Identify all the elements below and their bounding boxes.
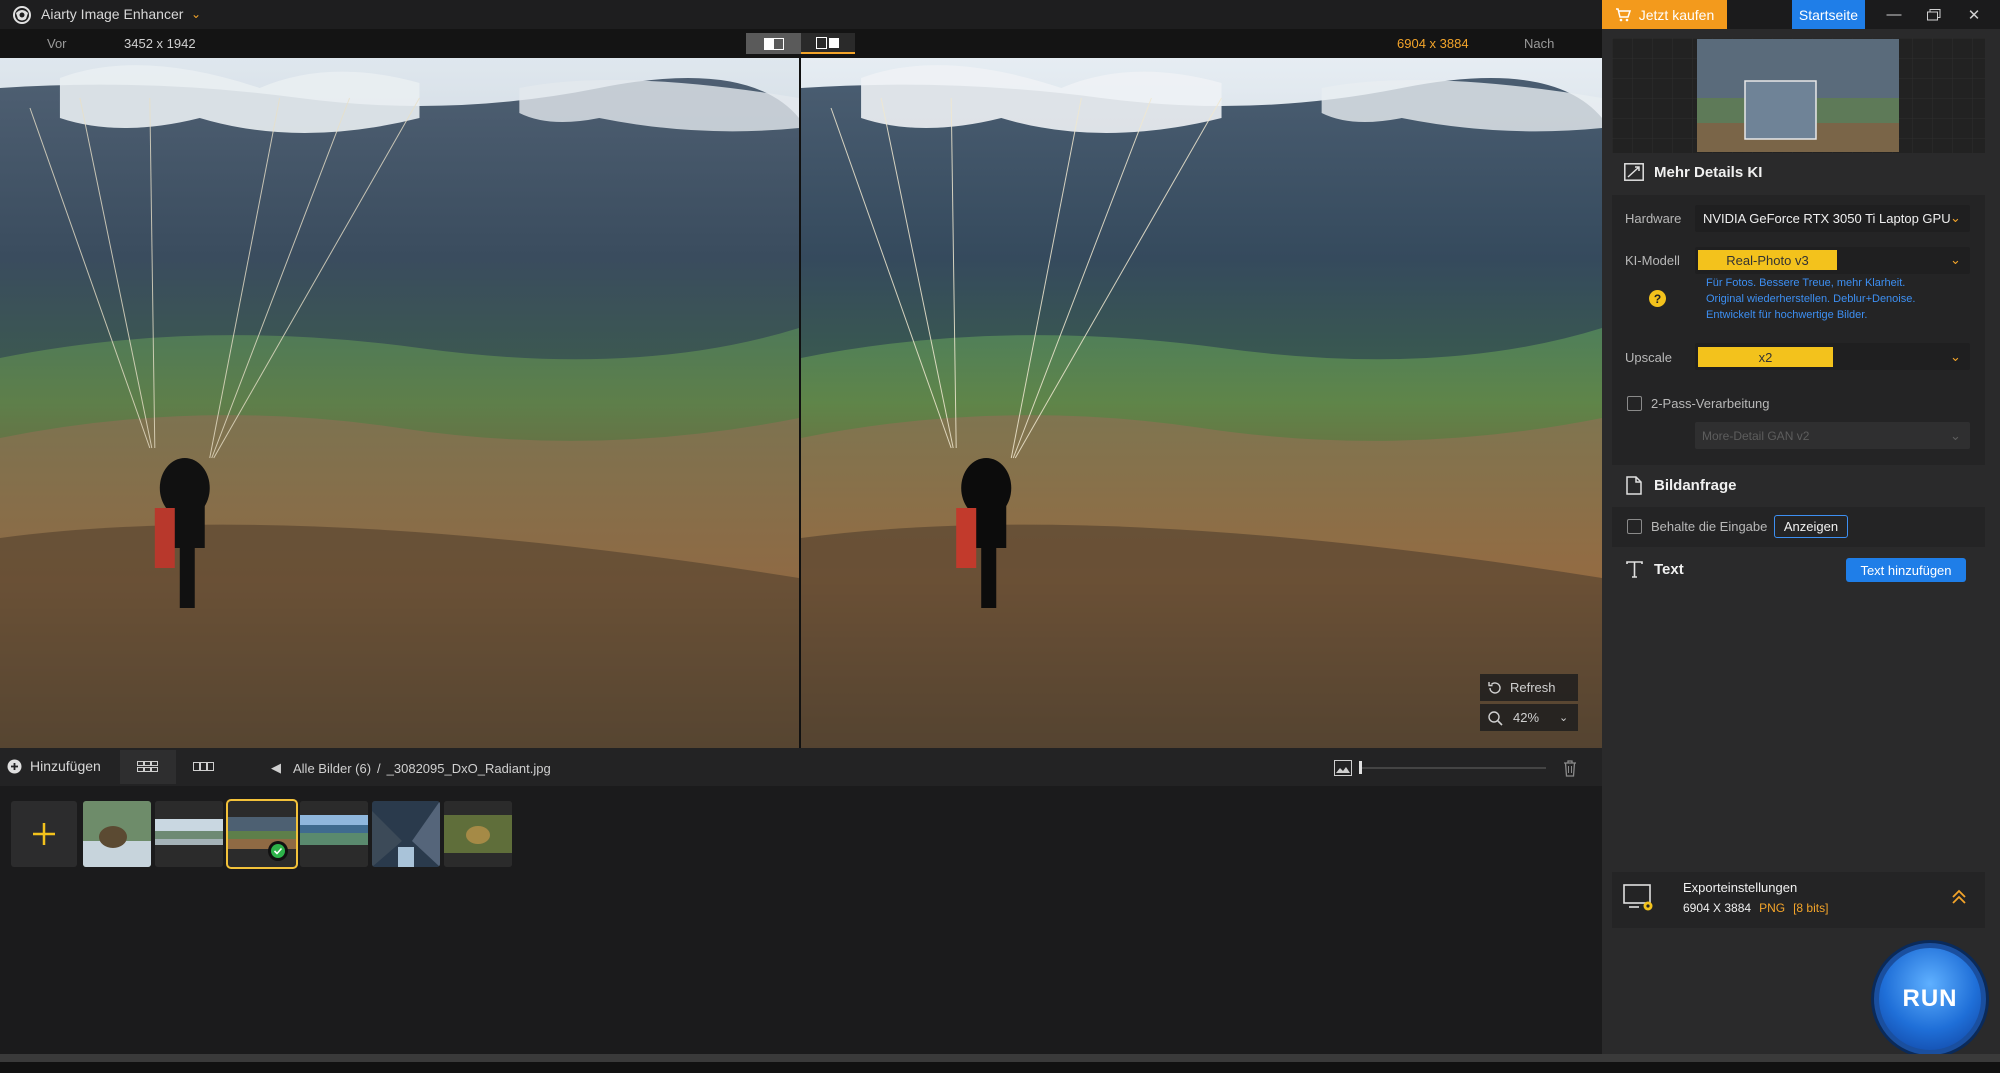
breadcrumb-all-images[interactable]: Alle Bilder (6) xyxy=(293,761,371,776)
before-image xyxy=(0,58,799,748)
close-icon[interactable]: ✕ xyxy=(1954,0,1994,29)
app-menu-chevron-icon[interactable]: ⌄ xyxy=(191,7,201,21)
image-prompt-section-title: Bildanfrage xyxy=(1654,477,1737,494)
second-model-value: More-Detail GAN v2 xyxy=(1702,429,1810,443)
split-view-button[interactable] xyxy=(746,33,801,54)
export-settings-icon xyxy=(1623,884,1653,911)
model-desc-line: Entwickelt für hochwertige Bilder. xyxy=(1706,309,1868,321)
plus-icon xyxy=(33,823,55,845)
strip-view-button[interactable] xyxy=(178,750,230,784)
trash-icon[interactable] xyxy=(1562,759,1578,777)
breadcrumb: ◀ Alle Bilder (6) / _3082095_DxO_Radiant… xyxy=(271,760,551,776)
image-size-icon xyxy=(1334,760,1352,776)
export-details: 6904 X 3884 PNG [8 bits] xyxy=(1683,901,1828,915)
split-view-icon xyxy=(763,37,784,50)
model-description: Für Fotos. Bessere Treue, mehr Klarheit.… xyxy=(1706,275,1966,323)
cart-icon xyxy=(1615,7,1631,21)
show-button[interactable]: Anzeigen xyxy=(1774,515,1848,538)
export-settings-title: Exporteinstellungen xyxy=(1683,880,1798,895)
hardware-label: Hardware xyxy=(1625,211,1682,226)
before-label: Vor xyxy=(47,36,67,51)
thumbnail-size-slider[interactable] xyxy=(1360,767,1546,769)
add-image-tile[interactable] xyxy=(11,801,77,867)
home-button[interactable]: Startseite xyxy=(1792,0,1865,29)
export-bits: [8 bits] xyxy=(1793,901,1829,915)
chevron-down-icon: ⌄ xyxy=(1559,712,1569,724)
keep-input-label: Behalte die Eingabe xyxy=(1651,519,1768,534)
model-label: KI-Modell xyxy=(1625,253,1680,268)
side-by-side-view-button[interactable] xyxy=(801,33,855,54)
ai-section-title: Mehr Details KI xyxy=(1654,164,1763,181)
before-size: 3452 x 1942 xyxy=(124,36,196,51)
chevron-down-icon: ⌄ xyxy=(1950,210,1961,225)
grid-view-button[interactable] xyxy=(120,750,176,784)
after-label: Nach xyxy=(1524,36,1555,51)
export-settings-block[interactable] xyxy=(1612,872,1985,928)
app-window: Aiarty Image Enhancer ⌄ Jetzt kaufen Sta… xyxy=(0,0,2000,1073)
two-pass-label: 2-Pass-Verarbeitung xyxy=(1651,396,1770,411)
thumb-lake-landscape[interactable] xyxy=(155,801,223,867)
zoom-icon xyxy=(1488,710,1503,726)
buy-label: Jetzt kaufen xyxy=(1638,6,1715,23)
refresh-icon xyxy=(1488,681,1501,694)
model-desc-line: Für Fotos. Bessere Treue, mehr Klarheit. xyxy=(1706,277,1906,289)
image-navigator[interactable] xyxy=(1612,38,1985,153)
buy-button[interactable]: Jetzt kaufen xyxy=(1602,0,1727,29)
help-icon[interactable]: ? xyxy=(1649,290,1666,307)
selected-check-icon xyxy=(268,841,288,861)
after-image xyxy=(801,58,1602,748)
model-desc-line: Original wiederherstellen. Deblur+Denois… xyxy=(1706,293,1916,305)
after-size: 6904 x 3884 xyxy=(1397,36,1469,51)
maximize-icon[interactable] xyxy=(1914,0,1954,29)
plus-circle-icon xyxy=(7,759,22,773)
grid-icon xyxy=(137,761,158,772)
export-size: 6904 X 3884 xyxy=(1683,901,1752,915)
thumb-kiwi-bird[interactable] xyxy=(83,801,151,867)
taskbar-strip xyxy=(0,1062,2000,1073)
hardware-value: NVIDIA GeForce RTX 3050 Ti Laptop GPU xyxy=(1703,211,1951,226)
thumbnail-size-slider-handle[interactable] xyxy=(1359,761,1362,774)
side-by-side-icon xyxy=(816,36,839,49)
thumb-blue-lake[interactable] xyxy=(300,801,368,867)
model-value: Real-Photo v3 xyxy=(1698,250,1837,270)
breadcrumb-separator: / xyxy=(377,760,381,776)
keep-input-checkbox[interactable] xyxy=(1627,519,1642,534)
title-bar xyxy=(0,0,1602,29)
enhance-icon xyxy=(1624,163,1644,181)
app-title: Aiarty Image Enhancer xyxy=(41,6,184,22)
run-button[interactable]: RUN xyxy=(1874,943,1986,1055)
add-images-button[interactable]: Hinzufügen xyxy=(7,758,101,774)
after-image-pane[interactable] xyxy=(801,58,1602,748)
export-format: PNG xyxy=(1759,901,1786,915)
before-image-pane[interactable] xyxy=(0,58,799,748)
upscale-value: x2 xyxy=(1698,347,1833,367)
app-logo-icon xyxy=(13,6,31,24)
text-icon xyxy=(1626,561,1643,578)
zoom-value: 42% xyxy=(1513,710,1540,725)
refresh-label: Refresh xyxy=(1510,680,1556,695)
expand-up-icon[interactable] xyxy=(1950,888,1968,906)
thumb-fjord[interactable] xyxy=(372,801,440,867)
chevron-down-icon: ⌄ xyxy=(1950,349,1961,364)
chevron-down-icon: ⌄ xyxy=(1950,252,1961,267)
text-section-title: Text xyxy=(1654,561,1684,578)
breadcrumb-file: _3082095_DxO_Radiant.jpg xyxy=(386,760,551,776)
refresh-button[interactable]: Refresh xyxy=(1480,674,1578,701)
thumb-frog[interactable] xyxy=(444,801,512,867)
back-arrow-icon[interactable]: ◀ xyxy=(271,760,281,776)
document-icon xyxy=(1626,476,1642,495)
upscale-label: Upscale xyxy=(1625,350,1672,365)
add-images-label: Hinzufügen xyxy=(30,758,101,774)
zoom-control[interactable]: 42% ⌄ xyxy=(1480,704,1578,731)
two-pass-checkbox[interactable] xyxy=(1627,396,1642,411)
add-text-button[interactable]: Text hinzufügen xyxy=(1846,558,1966,582)
minimize-icon[interactable]: — xyxy=(1874,0,1914,29)
chevron-down-icon: ⌄ xyxy=(1950,428,1961,443)
strip-icon xyxy=(193,762,214,771)
